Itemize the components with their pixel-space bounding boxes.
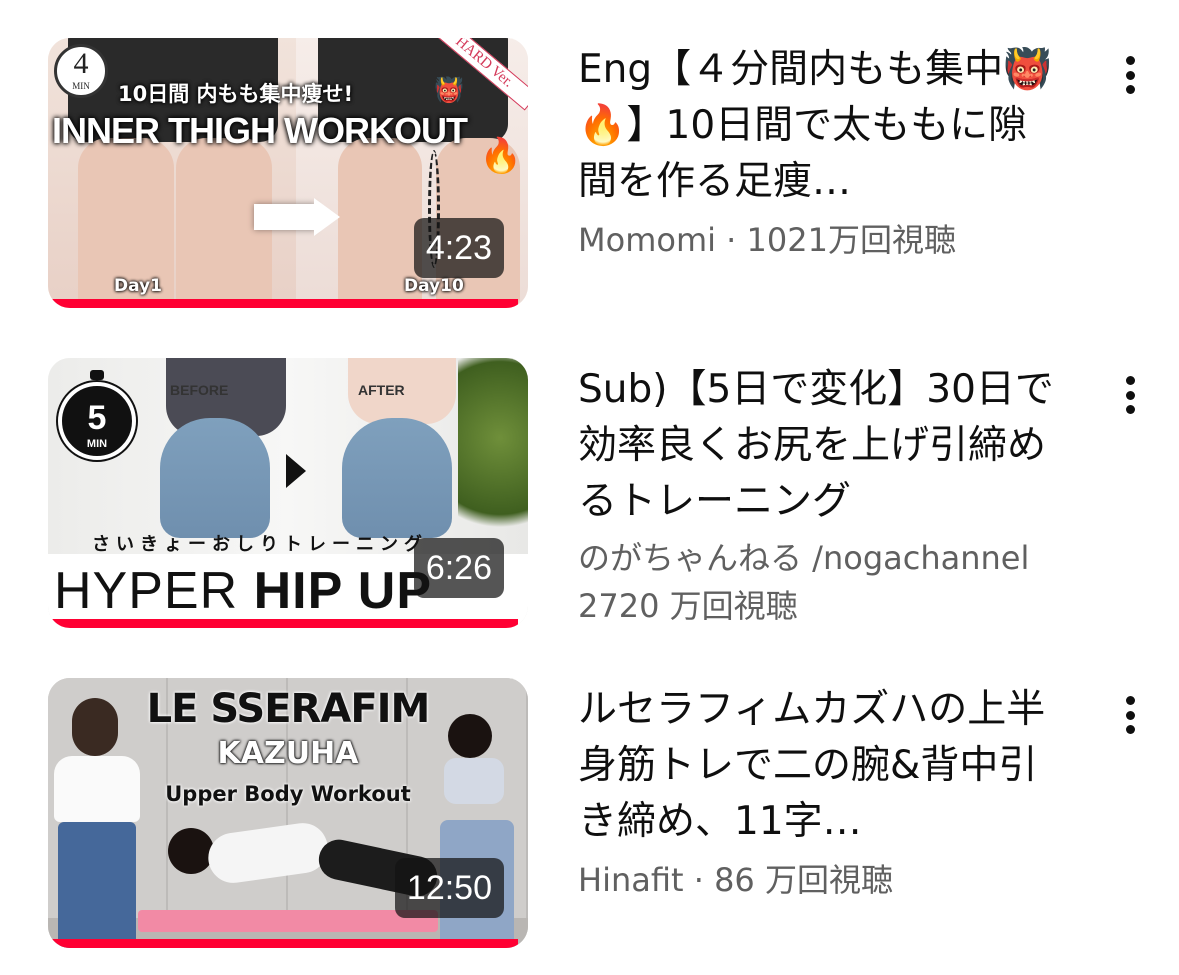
after-label: AFTER <box>358 382 405 398</box>
thumbnail-jp-caption: さいきょーおしりトレーニング <box>92 534 428 555</box>
timer-unit: MIN <box>86 438 108 450</box>
thumbnail-art <box>148 819 441 908</box>
video-thumbnail[interactable]: BEFORE AFTER 5 MIN さいきょーおしりトレーニング HYPER … <box>48 358 528 628</box>
video-title[interactable]: Sub)【5日で変化】30日で効率良くお尻を上げ引締めるトレーニング <box>578 362 1058 530</box>
thumbnail-title-line1: LE SSERAFIM <box>146 686 431 732</box>
oni-emoji-icon: 👹 <box>434 76 464 104</box>
duration-badge: 6:26 <box>413 538 504 598</box>
video-channel: のがちゃんねる /nogachannel <box>578 539 1030 577</box>
stopwatch-icon <box>90 370 104 380</box>
thumbnail-en-caption: INNER THIGH WORKOUT <box>52 110 468 151</box>
headline-bold: HIP UP <box>253 562 433 620</box>
video-item[interactable]: BEFORE AFTER 5 MIN さいきょーおしりトレーニング HYPER … <box>0 320 1179 628</box>
thumbnail-headline: HYPER HIP UP <box>54 562 432 620</box>
play-triangle-icon <box>286 454 306 488</box>
arrow-right-icon <box>254 204 316 230</box>
thumbnail-title-line3: Upper Body Workout <box>165 782 411 806</box>
video-title[interactable]: Eng【４分間内もも集中👹 🔥】10日間で太ももに隙間を作る足痩… <box>578 42 1058 210</box>
watch-progress-bar <box>48 299 519 308</box>
badge-number: 4 <box>73 47 89 80</box>
more-options-icon[interactable] <box>1112 50 1148 100</box>
video-meta: Momomi · 1021万回視聴 <box>578 221 956 259</box>
watch-progress-bar <box>48 939 519 948</box>
video-views: 2720 万回視聴 <box>578 587 798 625</box>
thumbnail-art <box>458 358 528 558</box>
fire-emoji-icon: 🔥 <box>479 136 522 176</box>
more-options-icon[interactable] <box>1112 370 1148 420</box>
badge-unit: MIN <box>72 81 90 91</box>
stopwatch-icon: 5 MIN <box>58 382 136 460</box>
video-thumbnail[interactable]: LE SSERAFIM KAZUHA Upper Body Workout 12… <box>48 678 528 948</box>
thumbnail-art <box>58 822 136 948</box>
day-label-right: Day10 <box>404 276 464 296</box>
before-label: BEFORE <box>170 382 229 398</box>
headline-light: HYPER <box>54 562 254 620</box>
video-meta: Hinafit · 86 万回視聴 <box>578 861 893 899</box>
thumbnail-art <box>138 910 438 932</box>
watch-progress-bar <box>48 619 519 628</box>
thumbnail-art <box>160 418 270 538</box>
thumbnail-art <box>342 418 452 538</box>
minutes-badge: 4 MIN <box>54 44 108 98</box>
thumbnail-title-line2: KAZUHA <box>217 736 359 771</box>
video-thumbnail[interactable]: 4 MIN HARD Ver. 10日間 内もも集中痩せ! 👹 INNER TH… <box>48 38 528 308</box>
thumbnail-jp-caption: 10日間 内もも集中痩せ! <box>118 82 354 106</box>
more-options-icon[interactable] <box>1112 690 1148 740</box>
video-item[interactable]: 4 MIN HARD Ver. 10日間 内もも集中痩せ! 👹 INNER TH… <box>0 0 1179 308</box>
arrow-right-icon <box>314 198 340 236</box>
video-title[interactable]: ルセラフィムカズハの上半身筋トレで二の腕&背中引き締め、11字… <box>578 682 1058 850</box>
duration-badge: 4:23 <box>413 218 504 278</box>
duration-badge: 12:50 <box>394 858 504 918</box>
timer-number: 5 <box>87 399 107 437</box>
video-item[interactable]: LE SSERAFIM KAZUHA Upper Body Workout 12… <box>0 640 1179 948</box>
day-label-left: Day1 <box>114 276 162 296</box>
